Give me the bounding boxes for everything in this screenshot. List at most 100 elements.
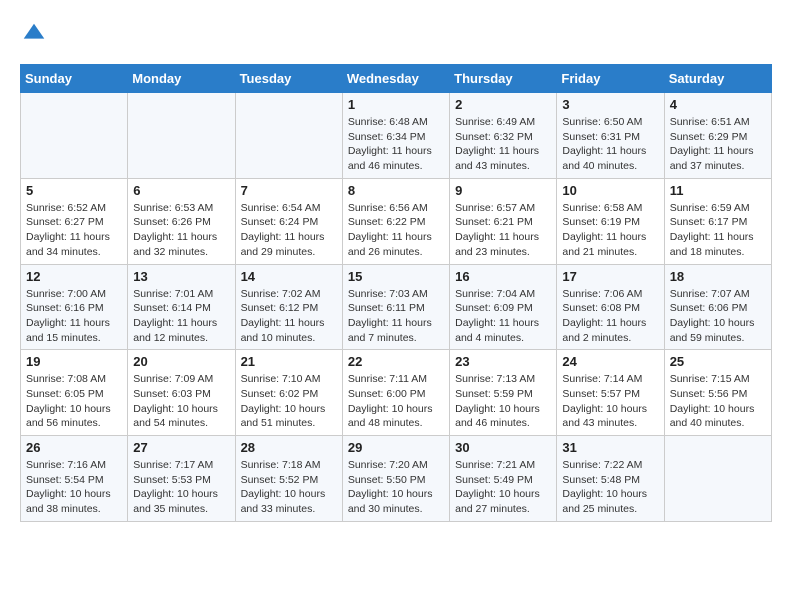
- day-number: 28: [241, 440, 337, 455]
- day-info: Sunrise: 6:48 AM Sunset: 6:34 PM Dayligh…: [348, 115, 444, 174]
- day-header-monday: Monday: [128, 65, 235, 93]
- day-info: Sunrise: 6:57 AM Sunset: 6:21 PM Dayligh…: [455, 201, 551, 260]
- day-info: Sunrise: 7:20 AM Sunset: 5:50 PM Dayligh…: [348, 458, 444, 517]
- day-number: 11: [670, 183, 766, 198]
- day-info: Sunrise: 7:10 AM Sunset: 6:02 PM Dayligh…: [241, 372, 337, 431]
- day-number: 1: [348, 97, 444, 112]
- day-info: Sunrise: 7:11 AM Sunset: 6:00 PM Dayligh…: [348, 372, 444, 431]
- day-header-friday: Friday: [557, 65, 664, 93]
- day-info: Sunrise: 7:22 AM Sunset: 5:48 PM Dayligh…: [562, 458, 658, 517]
- calendar-cell: 19 Sunrise: 7:08 AM Sunset: 6:05 PM Dayli…: [21, 350, 128, 436]
- week-row-5: 26Sunrise: 7:16 AM Sunset: 5:54 PM Dayli…: [21, 436, 772, 522]
- day-info: Sunrise: 7:08 AM Sunset: 6:05 PM Dayligh…: [26, 372, 122, 431]
- day-info: Sunrise: 6:58 AM Sunset: 6:19 PM Dayligh…: [562, 201, 658, 260]
- day-info: Sunrise: 7:15 AM Sunset: 5:56 PM Dayligh…: [670, 372, 766, 431]
- logo: [20, 20, 52, 48]
- calendar-cell: [21, 93, 128, 179]
- day-info: Sunrise: 6:50 AM Sunset: 6:31 PM Dayligh…: [562, 115, 658, 174]
- day-number: 6: [133, 183, 229, 198]
- calendar-cell: 14 Sunrise: 7:02 AM Sunset: 6:12 PM Dayli…: [235, 264, 342, 350]
- day-number: 10: [562, 183, 658, 198]
- day-number: 4: [670, 97, 766, 112]
- day-number: 5: [26, 183, 122, 198]
- day-header-saturday: Saturday: [664, 65, 771, 93]
- calendar-cell: 15 Sunrise: 7:03 AM Sunset: 6:11 PM Dayli…: [342, 264, 449, 350]
- calendar-cell: 16 Sunrise: 7:04 AM Sunset: 6:09 PM Dayli…: [450, 264, 557, 350]
- calendar-cell: 21 Sunrise: 7:10 AM Sunset: 6:02 PM Dayli…: [235, 350, 342, 436]
- day-number: 16: [455, 269, 551, 284]
- calendar-cell: 20 Sunrise: 7:09 AM Sunset: 6:03 PM Dayli…: [128, 350, 235, 436]
- calendar-cell: 9 Sunrise: 6:57 AM Sunset: 6:21 PM Daylig…: [450, 178, 557, 264]
- day-info: Sunrise: 6:53 AM Sunset: 6:26 PM Dayligh…: [133, 201, 229, 260]
- calendar-cell: 29 Sunrise: 7:20 AM Sunset: 5:50 PM Dayli…: [342, 436, 449, 522]
- calendar-cell: 11 Sunrise: 6:59 AM Sunset: 6:17 PM Dayli…: [664, 178, 771, 264]
- week-row-4: 19 Sunrise: 7:08 AM Sunset: 6:05 PM Dayli…: [21, 350, 772, 436]
- calendar-cell: 10 Sunrise: 6:58 AM Sunset: 6:19 PM Dayli…: [557, 178, 664, 264]
- calendar-cell: 23 Sunrise: 7:13 AM Sunset: 5:59 PM Dayli…: [450, 350, 557, 436]
- day-number: 29: [348, 440, 444, 455]
- calendar-cell: 18Sunrise: 7:07 AM Sunset: 6:06 PM Dayli…: [664, 264, 771, 350]
- calendar-cell: 3 Sunrise: 6:50 AM Sunset: 6:31 PM Daylig…: [557, 93, 664, 179]
- day-number: 22: [348, 354, 444, 369]
- day-number: 19: [26, 354, 122, 369]
- calendar-cell: 27Sunrise: 7:17 AM Sunset: 5:53 PM Dayli…: [128, 436, 235, 522]
- calendar-table: SundayMondayTuesdayWednesdayThursdayFrid…: [20, 64, 772, 522]
- page-header: [20, 20, 772, 48]
- calendar-cell: 1 Sunrise: 6:48 AM Sunset: 6:34 PM Daylig…: [342, 93, 449, 179]
- day-info: Sunrise: 7:02 AM Sunset: 6:12 PM Dayligh…: [241, 287, 337, 346]
- day-info: Sunrise: 7:13 AM Sunset: 5:59 PM Dayligh…: [455, 372, 551, 431]
- day-info: Sunrise: 7:18 AM Sunset: 5:52 PM Dayligh…: [241, 458, 337, 517]
- day-info: Sunrise: 7:21 AM Sunset: 5:49 PM Dayligh…: [455, 458, 551, 517]
- calendar-cell: 26Sunrise: 7:16 AM Sunset: 5:54 PM Dayli…: [21, 436, 128, 522]
- day-number: 23: [455, 354, 551, 369]
- day-number: 2: [455, 97, 551, 112]
- day-header-tuesday: Tuesday: [235, 65, 342, 93]
- calendar-cell: 7 Sunrise: 6:54 AM Sunset: 6:24 PM Daylig…: [235, 178, 342, 264]
- day-info: Sunrise: 7:01 AM Sunset: 6:14 PM Dayligh…: [133, 287, 229, 346]
- day-header-sunday: Sunday: [21, 65, 128, 93]
- calendar-cell: 31 Sunrise: 7:22 AM Sunset: 5:48 PM Dayli…: [557, 436, 664, 522]
- day-number: 15: [348, 269, 444, 284]
- day-number: 3: [562, 97, 658, 112]
- day-number: 18: [670, 269, 766, 284]
- day-info: Sunrise: 6:51 AM Sunset: 6:29 PM Dayligh…: [670, 115, 766, 174]
- calendar-cell: 30 Sunrise: 7:21 AM Sunset: 5:49 PM Dayli…: [450, 436, 557, 522]
- calendar-cell: 5Sunrise: 6:52 AM Sunset: 6:27 PM Daylig…: [21, 178, 128, 264]
- day-number: 31: [562, 440, 658, 455]
- day-header-wednesday: Wednesday: [342, 65, 449, 93]
- day-number: 27: [133, 440, 229, 455]
- calendar-cell: 12Sunrise: 7:00 AM Sunset: 6:16 PM Dayli…: [21, 264, 128, 350]
- day-info: Sunrise: 6:59 AM Sunset: 6:17 PM Dayligh…: [670, 201, 766, 260]
- day-number: 25: [670, 354, 766, 369]
- day-number: 21: [241, 354, 337, 369]
- day-info: Sunrise: 7:00 AM Sunset: 6:16 PM Dayligh…: [26, 287, 122, 346]
- day-info: Sunrise: 7:06 AM Sunset: 6:08 PM Dayligh…: [562, 287, 658, 346]
- logo-icon: [20, 20, 48, 48]
- calendar-cell: 17 Sunrise: 7:06 AM Sunset: 6:08 PM Dayli…: [557, 264, 664, 350]
- days-header-row: SundayMondayTuesdayWednesdayThursdayFrid…: [21, 65, 772, 93]
- day-number: 24: [562, 354, 658, 369]
- day-info: Sunrise: 6:56 AM Sunset: 6:22 PM Dayligh…: [348, 201, 444, 260]
- day-info: Sunrise: 7:09 AM Sunset: 6:03 PM Dayligh…: [133, 372, 229, 431]
- day-header-thursday: Thursday: [450, 65, 557, 93]
- day-info: Sunrise: 6:54 AM Sunset: 6:24 PM Dayligh…: [241, 201, 337, 260]
- week-row-2: 5Sunrise: 6:52 AM Sunset: 6:27 PM Daylig…: [21, 178, 772, 264]
- day-number: 7: [241, 183, 337, 198]
- day-info: Sunrise: 7:03 AM Sunset: 6:11 PM Dayligh…: [348, 287, 444, 346]
- calendar-cell: 28 Sunrise: 7:18 AM Sunset: 5:52 PM Dayli…: [235, 436, 342, 522]
- day-number: 17: [562, 269, 658, 284]
- day-info: Sunrise: 7:04 AM Sunset: 6:09 PM Dayligh…: [455, 287, 551, 346]
- day-info: Sunrise: 7:16 AM Sunset: 5:54 PM Dayligh…: [26, 458, 122, 517]
- day-number: 9: [455, 183, 551, 198]
- calendar-cell: [235, 93, 342, 179]
- week-row-1: 1 Sunrise: 6:48 AM Sunset: 6:34 PM Daylig…: [21, 93, 772, 179]
- calendar-cell: 22 Sunrise: 7:11 AM Sunset: 6:00 PM Dayli…: [342, 350, 449, 436]
- day-number: 20: [133, 354, 229, 369]
- week-row-3: 12Sunrise: 7:00 AM Sunset: 6:16 PM Dayli…: [21, 264, 772, 350]
- day-number: 14: [241, 269, 337, 284]
- calendar-cell: [128, 93, 235, 179]
- calendar-cell: 25 Sunrise: 7:15 AM Sunset: 5:56 PM Dayli…: [664, 350, 771, 436]
- day-info: Sunrise: 7:14 AM Sunset: 5:57 PM Dayligh…: [562, 372, 658, 431]
- calendar-cell: 6 Sunrise: 6:53 AM Sunset: 6:26 PM Daylig…: [128, 178, 235, 264]
- day-number: 30: [455, 440, 551, 455]
